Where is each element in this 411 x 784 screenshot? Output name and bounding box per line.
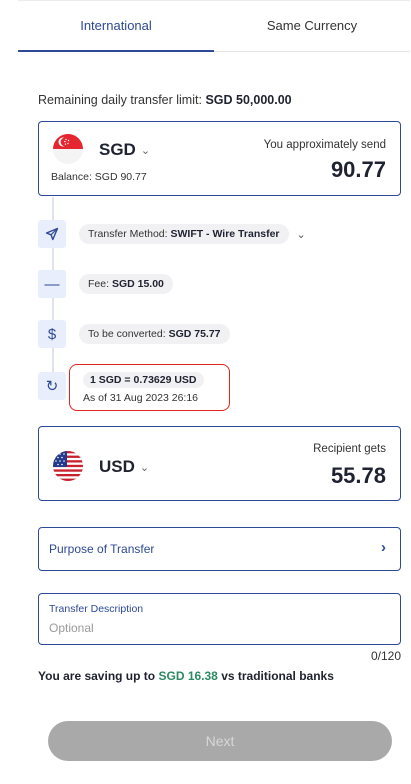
send-amount-value[interactable]: 90.77 — [331, 157, 386, 183]
step-rate: ↻ — [38, 372, 66, 400]
transfer-method-pill: Transfer Method: SWIFT - Wire Transfer — [79, 224, 289, 244]
recipient-currency-select[interactable]: USD ⌄ — [99, 457, 149, 477]
savings-suffix: vs traditional banks — [221, 669, 334, 683]
step-transfer-method[interactable]: Transfer Method: SWIFT - Wire Transfer ⌄ — [38, 220, 306, 248]
daily-limit: Remaining daily transfer limit: SGD 50,0… — [38, 93, 292, 107]
recipient-amount-value[interactable]: 55.78 — [331, 463, 386, 489]
fee-value: SGD 15.00 — [111, 278, 164, 290]
recipient-amount-label: Recipient gets — [313, 443, 386, 455]
purpose-of-transfer-select[interactable]: Purpose of Transfer › — [38, 527, 401, 571]
step-converted: $ To be converted: SGD 75.77 — [38, 320, 230, 348]
daily-limit-value: SGD 50,000.00 — [205, 93, 292, 107]
exchange-rate-timestamp: As of 31 Aug 2023 26:16 — [83, 392, 199, 404]
step-fee: — Fee: SGD 15.00 — [38, 270, 173, 298]
singapore-flag-icon — [53, 134, 83, 164]
dollar-icon: $ — [38, 320, 66, 348]
fee-pill: Fee: SGD 15.00 — [79, 274, 173, 294]
character-counter: 0/120 — [370, 649, 401, 663]
converted-label: To be converted: — [88, 328, 166, 340]
chevron-down-icon[interactable]: ⌄ — [297, 228, 306, 241]
send-currency-select[interactable]: SGD ⌄ — [99, 140, 150, 160]
chevron-right-icon: › — [381, 539, 386, 556]
savings-prefix: You are saving up to — [38, 669, 156, 683]
refresh-icon: ↻ — [38, 372, 66, 400]
transfer-description-label: Transfer Description — [49, 603, 144, 615]
transfer-description-input[interactable] — [49, 621, 379, 635]
purpose-label: Purpose of Transfer — [49, 542, 155, 556]
fee-label: Fee: — [88, 278, 110, 290]
next-button[interactable]: Next — [48, 721, 392, 761]
tab-international[interactable]: International — [18, 1, 214, 52]
send-amount-label: You approximately send — [263, 139, 386, 151]
send-balance: Balance: SGD 90.77 — [51, 171, 147, 183]
daily-limit-label: Remaining daily transfer limit: — [38, 93, 202, 107]
savings-amount: SGD 16.38 — [158, 669, 218, 683]
savings-message: You are saving up to SGD 16.38 vs tradit… — [38, 669, 334, 683]
tab-same-currency[interactable]: Same Currency — [214, 1, 410, 51]
transfer-method-label: Transfer Method: — [88, 228, 168, 240]
converted-pill: To be converted: SGD 75.77 — [79, 324, 230, 344]
transfer-method-value: SWIFT - Wire Transfer — [170, 228, 280, 240]
send-amount-card[interactable]: SGD ⌄ Balance: SGD 90.77 You approximate… — [38, 121, 401, 196]
converted-value: SGD 75.77 — [168, 328, 221, 340]
send-icon — [38, 220, 66, 248]
minus-icon: — — [38, 270, 66, 298]
send-currency-code: SGD — [99, 140, 136, 159]
recipient-currency-code: USD — [99, 457, 135, 476]
chevron-down-icon: ⌄ — [139, 461, 150, 474]
exchange-rate-value: 1 SGD = 0.73629 USD — [83, 372, 204, 388]
chevron-down-icon: ⌄ — [140, 144, 151, 157]
usa-flag-icon — [53, 451, 83, 481]
transfer-type-tabs: International Same Currency — [18, 0, 410, 52]
transfer-description-field[interactable]: Transfer Description — [38, 593, 401, 645]
recipient-amount-card[interactable]: USD ⌄ Recipient gets 55.78 — [38, 426, 401, 501]
